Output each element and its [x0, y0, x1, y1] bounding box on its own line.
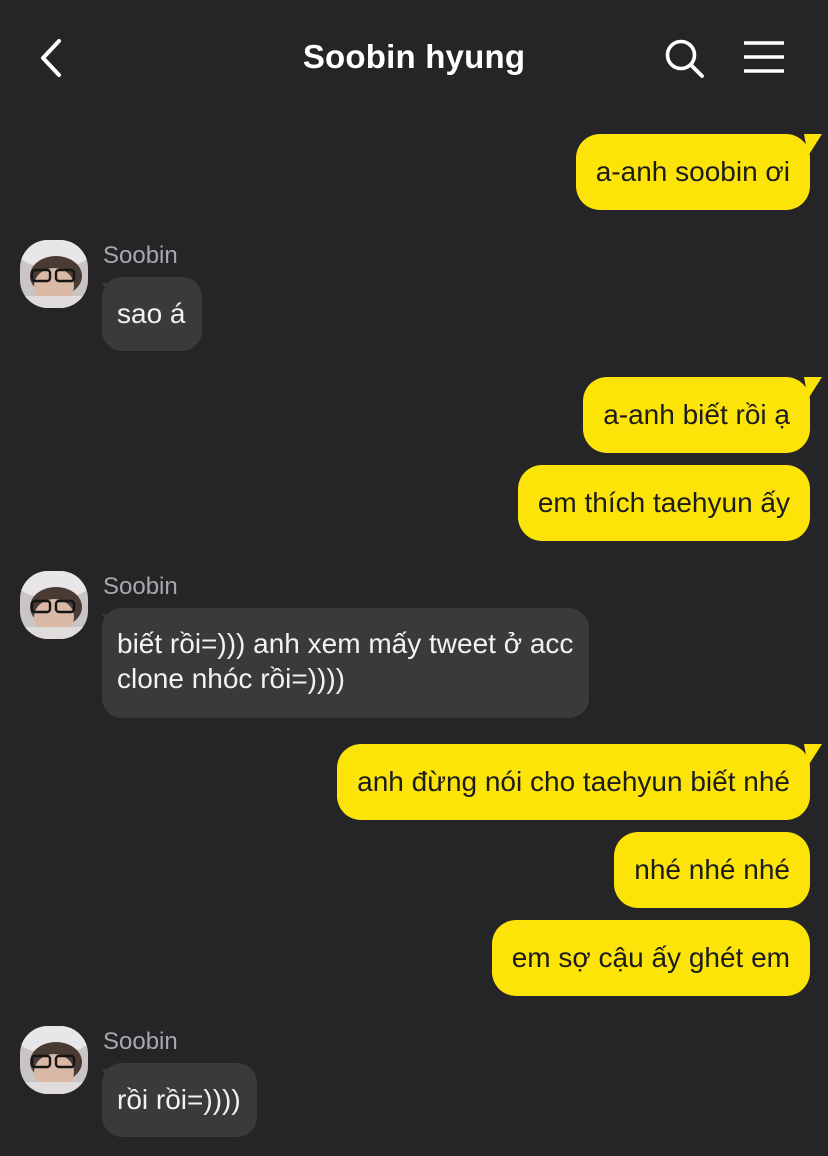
outgoing-message[interactable]: em thích taehyun ấy: [517, 465, 810, 541]
message-text: a-anh soobin ơi: [595, 156, 790, 187]
avatar-image: [20, 571, 88, 639]
sender-name: Soobin: [103, 1028, 178, 1055]
menu-button[interactable]: [740, 38, 788, 78]
chat-header: Soobin hyung: [0, 0, 828, 116]
avatar[interactable]: [20, 571, 88, 639]
bubble-tail: [804, 134, 822, 156]
message-text-line: biết rồi=))) anh xem mấy tweet ở acc: [117, 628, 574, 659]
message-text: rồi rồi=)))): [117, 1084, 241, 1115]
incoming-message[interactable]: sao á: [102, 277, 202, 351]
search-icon: [665, 39, 704, 78]
bubble-tail: [804, 744, 822, 766]
outgoing-message[interactable]: anh đừng nói cho taehyun biết nhé: [337, 744, 810, 820]
incoming-message[interactable]: biết rồi=))) anh xem mấy tweet ở acc clo…: [102, 608, 590, 718]
outgoing-message[interactable]: em sợ cậu ấy ghét em: [491, 920, 810, 996]
search-button[interactable]: [662, 36, 706, 80]
outgoing-message[interactable]: a-anh soobin ơi: [575, 134, 810, 210]
hamburger-menu-icon: [744, 41, 784, 73]
avatar[interactable]: [20, 1026, 88, 1094]
outgoing-message[interactable]: nhé nhé nhé: [614, 832, 810, 908]
message-text: anh đừng nói cho taehyun biết nhé: [357, 766, 790, 797]
sender-name: Soobin: [103, 573, 178, 600]
message-text: em thích taehyun ấy: [537, 487, 790, 518]
avatar[interactable]: [20, 240, 88, 308]
message-text: sao á: [117, 298, 186, 329]
outgoing-message[interactable]: a-anh biết rồi ạ: [583, 377, 810, 453]
message-text: a-anh biết rồi ạ: [603, 399, 790, 430]
avatar-image: [20, 240, 88, 308]
message-text-line: clone nhóc rồi=)))): [117, 663, 345, 694]
incoming-message[interactable]: rồi rồi=)))): [102, 1063, 257, 1137]
avatar-image: [20, 1026, 88, 1094]
chat-screen: Soobin hyung a-anh soobin ơi Soobin sao …: [0, 0, 828, 1156]
message-text: em sợ cậu ấy ghét em: [511, 942, 790, 973]
sender-name: Soobin: [103, 242, 178, 269]
message-text: nhé nhé nhé: [634, 854, 790, 885]
bubble-tail: [804, 377, 822, 399]
